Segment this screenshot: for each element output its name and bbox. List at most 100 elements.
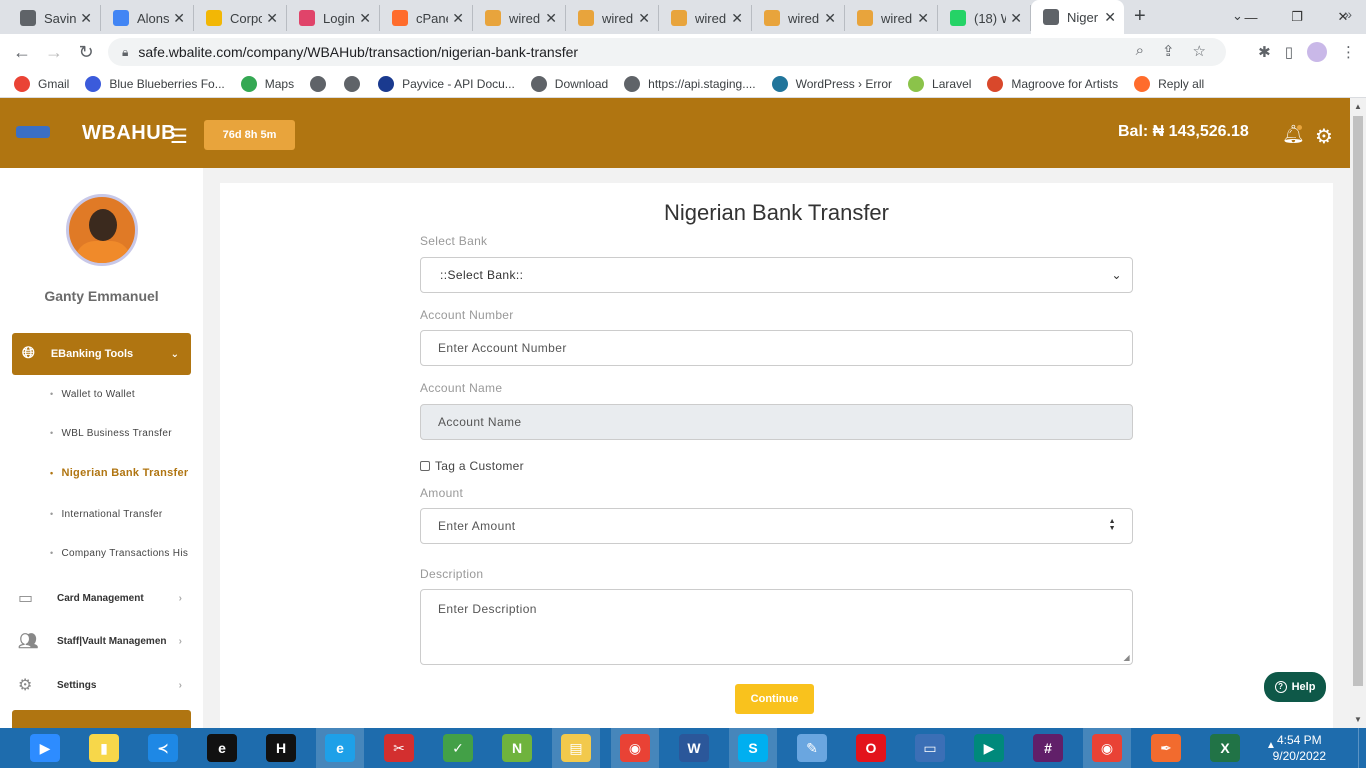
bookmark-item[interactable] — [310, 75, 334, 92]
browser-tab[interactable]: wired ✕ — [473, 5, 566, 31]
taskbar-app-zoom[interactable]: ▶ — [21, 728, 69, 768]
tag-customer-checkbox[interactable] — [420, 461, 430, 471]
taskbar-app-word[interactable]: W — [670, 728, 718, 768]
scroll-down-icon[interactable]: ▼ — [1354, 715, 1362, 724]
system-clock[interactable]: 4:54 PM 9/20/2022 — [1273, 732, 1326, 764]
sidebar-item-ebanking-tools[interactable]: 🌐︎ EBanking Tools ⌄ — [12, 333, 191, 375]
amount-input[interactable]: Enter Amount ▲ ▼ — [420, 508, 1133, 544]
taskbar-app-etisalat[interactable]: e — [198, 728, 246, 768]
scrollbar-thumb[interactable] — [1353, 116, 1363, 686]
browser-tab[interactable]: wired ✕ — [659, 5, 752, 31]
submenu-wallet-to-wallet[interactable]: • Wallet to Wallet — [50, 389, 135, 400]
tab-close-icon[interactable]: ✕ — [266, 10, 278, 27]
bookmark-star-icon[interactable]: ☆ — [1193, 42, 1206, 60]
bookmark-item[interactable]: WordPress › Error — [771, 75, 892, 92]
tab-search-icon[interactable]: ⌄ — [1232, 8, 1243, 24]
browser-tab[interactable]: cPanel✕ — [380, 5, 473, 31]
submenu-company-transactions-history[interactable]: • Company Transactions His — [50, 548, 192, 559]
tab-close-icon[interactable]: ✕ — [359, 10, 371, 27]
sidebar-item-staff-vault-management[interactable]: 👥︎ Staff|Vault Managemen › — [18, 631, 188, 651]
tag-customer-row[interactable]: Tag a Customer — [420, 459, 524, 473]
side-panel-icon[interactable]: ▯ — [1285, 43, 1293, 61]
help-button[interactable]: ? Help — [1264, 672, 1326, 702]
continue-button[interactable]: Continue — [735, 684, 814, 714]
tab-close-icon[interactable]: ✕ — [173, 10, 185, 27]
brand-name[interactable]: WBAHUB — [82, 122, 176, 145]
bookmark-item[interactable]: Magroove for Artists — [987, 75, 1118, 92]
bookmark-item[interactable]: Download — [530, 75, 608, 92]
bookmark-item[interactable] — [344, 75, 368, 92]
tab-close-icon[interactable]: ✕ — [452, 10, 464, 27]
taskbar-app-chrome[interactable]: ◉ — [611, 728, 659, 768]
browser-tab[interactable]: Saving✕ — [8, 5, 101, 31]
bookmark-item[interactable]: Blue Blueberries Fo... — [85, 75, 225, 92]
tab-close-icon[interactable]: ✕ — [638, 10, 650, 27]
taskbar-app-opera[interactable]: O — [847, 728, 895, 768]
bookmark-item[interactable]: Payvice - API Docu... — [378, 75, 515, 92]
profile-avatar[interactable] — [1307, 42, 1327, 62]
taskbar-app-vscode[interactable]: ≺ — [139, 728, 187, 768]
taskbar-app-green-app[interactable]: ✓ — [434, 728, 482, 768]
browser-tab[interactable]: Niger ✕ — [1031, 0, 1124, 34]
resize-grip-icon[interactable]: ◢ — [1123, 653, 1130, 662]
company-logo[interactable] — [16, 126, 50, 138]
back-icon[interactable]: ← — [6, 42, 38, 63]
taskbar-app-pen-app[interactable]: ✒ — [1142, 728, 1190, 768]
show-desktop-button[interactable] — [1358, 728, 1366, 768]
taskbar-app-snipping[interactable]: ✂ — [375, 728, 423, 768]
browser-tab[interactable]: (18) W✕ — [938, 5, 1031, 31]
tab-close-icon[interactable]: ✕ — [80, 10, 92, 27]
taskbar-app-internet-explorer[interactable]: e — [316, 728, 364, 768]
taskbar-app-sticky-notes[interactable]: ▮ — [80, 728, 128, 768]
tab-close-icon[interactable]: ✕ — [545, 10, 557, 27]
submenu-international-transfer[interactable]: • International Transfer — [50, 509, 163, 520]
url-field[interactable]: 🔒︎ safe.wbalite.com/company/WBAHub/trans… — [108, 38, 1226, 66]
tag-customer-label[interactable]: Tag a Customer — [435, 459, 524, 473]
taskbar-app-chrome-2[interactable]: ◉ — [1083, 728, 1131, 768]
browser-tab[interactable]: Login ✕ — [287, 5, 380, 31]
account-number-input[interactable]: Enter Account Number — [420, 330, 1133, 366]
reload-icon[interactable]: ↻ — [70, 42, 102, 63]
taskbar-app-paint[interactable]: ✎ — [788, 728, 836, 768]
share-icon[interactable]: ⇪ — [1162, 42, 1175, 60]
tab-close-icon[interactable]: ✕ — [1104, 9, 1116, 26]
sidebar-item-settings[interactable]: ⚙ Settings › — [18, 675, 188, 695]
tab-close-icon[interactable]: ✕ — [731, 10, 743, 27]
bookmark-item[interactable]: https://api.staging.... — [624, 75, 756, 92]
new-tab-icon[interactable]: + — [1134, 5, 1146, 28]
bookmark-item[interactable]: Reply all — [1134, 75, 1204, 92]
taskbar-app-h-app[interactable]: H — [257, 728, 305, 768]
taskbar-app-file-explorer[interactable]: ▤ — [552, 728, 600, 768]
tab-close-icon[interactable]: ✕ — [917, 10, 929, 27]
settings-gear-icon[interactable]: ⚙ — [1315, 124, 1333, 149]
bookmarks-overflow-icon[interactable]: » — [1344, 6, 1352, 22]
sidebar-item-card-management[interactable]: ▭ Card Management › — [18, 588, 188, 608]
number-spinner-icon[interactable]: ▲ ▼ — [1109, 518, 1116, 532]
browser-tab[interactable]: Corpo ✕ — [194, 5, 287, 31]
extensions-icon[interactable]: ✱ — [1258, 43, 1271, 61]
browser-tab[interactable]: wired ✕ — [845, 5, 938, 31]
user-avatar[interactable] — [66, 194, 138, 266]
sidebar-item-partial[interactable] — [12, 710, 191, 728]
browser-tab[interactable]: wired ✕ — [752, 5, 845, 31]
description-textarea[interactable]: Enter Description ◢ — [420, 589, 1133, 665]
browser-tab[interactable]: Alonso✕ — [101, 5, 194, 31]
submenu-nigerian-bank-transfer[interactable]: • Nigerian Bank Transfer — [50, 467, 188, 479]
zoom-search-icon[interactable]: ⌕ — [1136, 42, 1144, 60]
taskbar-app-remote-desktop[interactable]: ▭ — [906, 728, 954, 768]
menu-toggle-icon[interactable]: ☰ — [170, 124, 188, 149]
select-bank-dropdown[interactable]: ::Select Bank:: ⌄ — [420, 257, 1133, 293]
browser-menu-icon[interactable]: ⋮ — [1341, 43, 1356, 61]
submenu-wbl-business-transfer[interactable]: • WBL Business Transfer — [50, 428, 172, 439]
scroll-up-icon[interactable]: ▲ — [1354, 102, 1362, 111]
bookmark-item[interactable]: Gmail — [14, 75, 69, 92]
taskbar-app-meet[interactable]: ▶ — [965, 728, 1013, 768]
restore-icon[interactable]: ❐ — [1274, 9, 1320, 25]
taskbar-app-slack[interactable]: # — [1024, 728, 1072, 768]
taskbar-app-notepad-plus[interactable]: N — [493, 728, 541, 768]
lock-icon[interactable]: 🔒︎ — [122, 45, 128, 60]
bookmark-item[interactable]: Laravel — [908, 75, 971, 92]
tab-close-icon[interactable]: ✕ — [824, 10, 836, 27]
close-window-icon[interactable]: ✕ — [1320, 9, 1366, 25]
taskbar-app-skype[interactable]: S — [729, 728, 777, 768]
